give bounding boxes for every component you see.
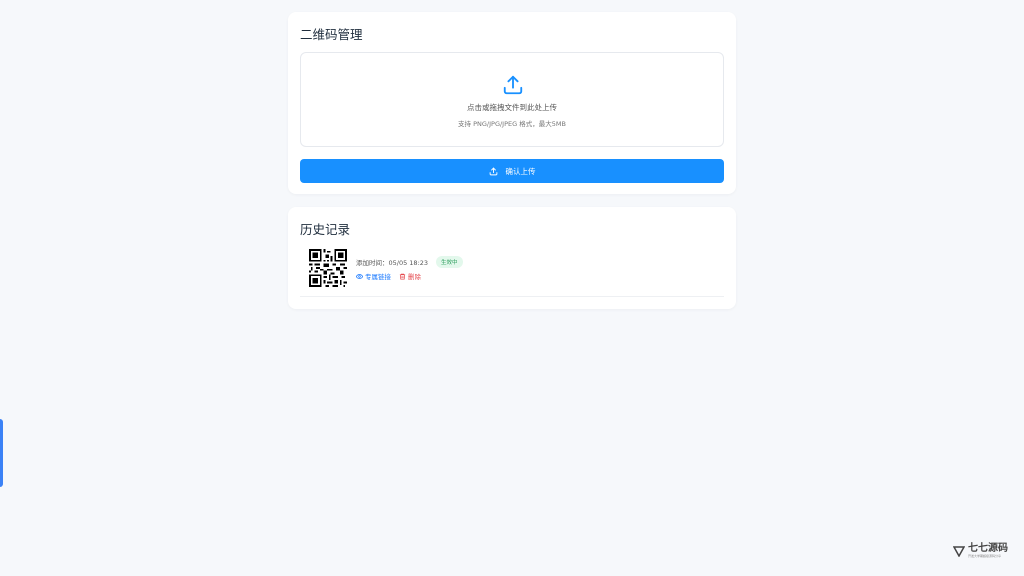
history-title: 历史记录 — [300, 222, 351, 237]
upload-card: 二维码管理 点击或拖拽文件到此处上传 支持 PNG/JPG/JPEG 格式，最大… — [288, 12, 736, 194]
upload-icon — [503, 75, 523, 95]
delete-button[interactable]: 删除 — [399, 271, 421, 281]
exclusive-link-label: 专属链接 — [365, 273, 391, 281]
added-time: 添加时间：05/05 18:23 — [356, 259, 429, 267]
upload-small-icon — [489, 167, 497, 175]
watermark-tagline: 开发大学期超级源码分享 — [968, 554, 1002, 558]
status-badge: 生效中 — [436, 256, 463, 268]
qr-code-thumbnail — [309, 249, 347, 287]
confirm-upload-label: 确认上传 — [505, 166, 536, 176]
history-meta: 添加时间：05/05 18:23 生效中 — [356, 256, 463, 268]
watermark-logo: 七七源码 开发大学期超级源码分享 — [953, 544, 1008, 558]
side-float-tab[interactable] — [0, 419, 3, 487]
history-actions: 专属链接 删除 — [356, 271, 421, 281]
trash-icon — [399, 273, 406, 279]
brand-logo-icon — [953, 546, 965, 557]
history-card: 历史记录 添加时间：05/05 18:23 生效中 专属链接 删除 — [288, 207, 736, 309]
eye-icon — [356, 273, 363, 279]
dropzone-text: 点击或拖拽文件到此处上传 — [467, 103, 557, 112]
watermark-brand: 七七源码 — [968, 543, 1008, 554]
dropzone-hint: 支持 PNG/JPG/JPEG 格式，最大5MB — [458, 120, 566, 128]
confirm-upload-button[interactable]: 确认上传 — [300, 159, 724, 183]
upload-dropzone[interactable]: 点击或拖拽文件到此处上传 支持 PNG/JPG/JPEG 格式，最大5MB — [300, 52, 724, 147]
exclusive-link-button[interactable]: 专属链接 — [356, 271, 391, 281]
page-title: 二维码管理 — [300, 27, 363, 42]
delete-label: 删除 — [408, 273, 421, 281]
history-item: 添加时间：05/05 18:23 生效中 专属链接 删除 — [300, 245, 724, 297]
